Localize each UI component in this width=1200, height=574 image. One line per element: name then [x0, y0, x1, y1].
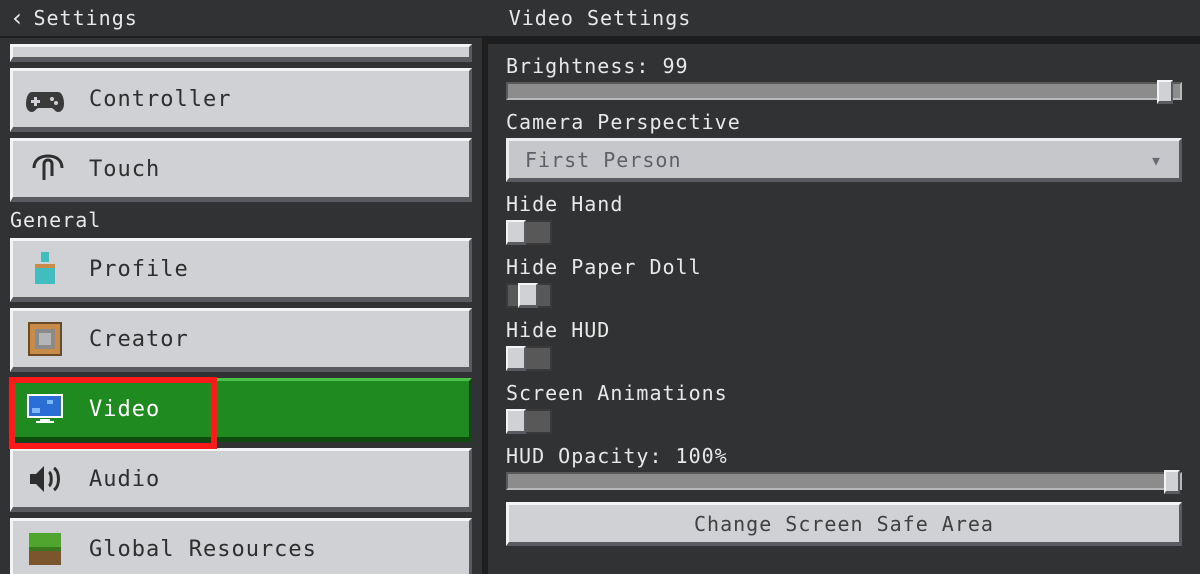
- profile-icon: [25, 249, 65, 289]
- brightness-slider[interactable]: [506, 82, 1182, 100]
- button-label: Change Screen Safe Area: [694, 512, 994, 536]
- sidebar-item-global-resources[interactable]: Global Resources: [10, 518, 472, 574]
- top-bar: ‹ Settings Video Settings: [0, 0, 1200, 38]
- sidebar-item-video[interactable]: Video: [10, 378, 472, 442]
- settings-panel: Brightness: 99 Camera Perspective First …: [482, 38, 1200, 574]
- change-screen-safe-area-button[interactable]: Change Screen Safe Area: [506, 502, 1182, 546]
- sidebar-item-creator[interactable]: Creator: [10, 308, 472, 372]
- screen-animations-toggle[interactable]: [506, 409, 552, 434]
- back-label: Settings: [33, 6, 137, 30]
- camera-perspective-label: Camera Perspective: [506, 110, 1182, 134]
- chevron-left-icon: ‹: [10, 4, 25, 32]
- sidebar-item-controller[interactable]: Controller: [10, 68, 472, 132]
- hide-paper-doll-toggle[interactable]: [506, 283, 552, 308]
- slider-thumb[interactable]: [1164, 470, 1180, 494]
- sidebar: Controller Touch General Profile Creator: [0, 38, 482, 574]
- sidebar-section-general: General: [10, 208, 472, 232]
- toggle-knob[interactable]: [506, 409, 526, 434]
- sidebar-item-label: Audio: [89, 467, 160, 492]
- brightness-label: Brightness: 99: [506, 54, 1182, 78]
- hud-opacity-label: HUD Opacity: 100%: [506, 444, 1182, 468]
- hide-hud-toggle[interactable]: [506, 346, 552, 371]
- sidebar-item-label: Controller: [89, 87, 231, 112]
- screen-animations-label: Screen Animations: [506, 381, 1182, 405]
- global-resources-icon: [25, 529, 65, 569]
- dropdown-value: First Person: [525, 148, 682, 172]
- audio-icon: [25, 459, 65, 499]
- touch-icon: [25, 149, 65, 189]
- hud-opacity-slider[interactable]: [506, 472, 1182, 490]
- chevron-down-icon: ▾: [1150, 148, 1163, 172]
- hide-hud-label: Hide HUD: [506, 318, 1182, 342]
- sidebar-item-profile[interactable]: Profile: [10, 238, 472, 302]
- content: Controller Touch General Profile Creator: [0, 38, 1200, 574]
- sidebar-item-label: Video: [89, 397, 160, 422]
- page-title: Video Settings: [0, 6, 1200, 30]
- sidebar-item-audio[interactable]: Audio: [10, 448, 472, 512]
- toggle-knob[interactable]: [518, 283, 538, 308]
- hide-paper-doll-label: Hide Paper Doll: [506, 255, 1182, 279]
- toggle-knob[interactable]: [506, 346, 526, 371]
- hide-hand-toggle[interactable]: [506, 220, 552, 245]
- camera-perspective-dropdown[interactable]: First Person ▾: [506, 138, 1182, 182]
- video-icon: [25, 389, 65, 429]
- sidebar-item-prev-partial[interactable]: [10, 44, 472, 62]
- hide-hand-label: Hide Hand: [506, 192, 1182, 216]
- back-button[interactable]: ‹ Settings: [0, 4, 138, 32]
- sidebar-item-label: Profile: [89, 257, 189, 282]
- sidebar-item-touch[interactable]: Touch: [10, 138, 472, 202]
- toggle-knob[interactable]: [506, 220, 526, 245]
- sidebar-item-label: Global Resources: [89, 537, 317, 562]
- slider-thumb[interactable]: [1157, 80, 1173, 104]
- sidebar-item-label: Touch: [89, 157, 160, 182]
- controller-icon: [25, 79, 65, 119]
- creator-icon: [25, 319, 65, 359]
- sidebar-item-label: Creator: [89, 327, 189, 352]
